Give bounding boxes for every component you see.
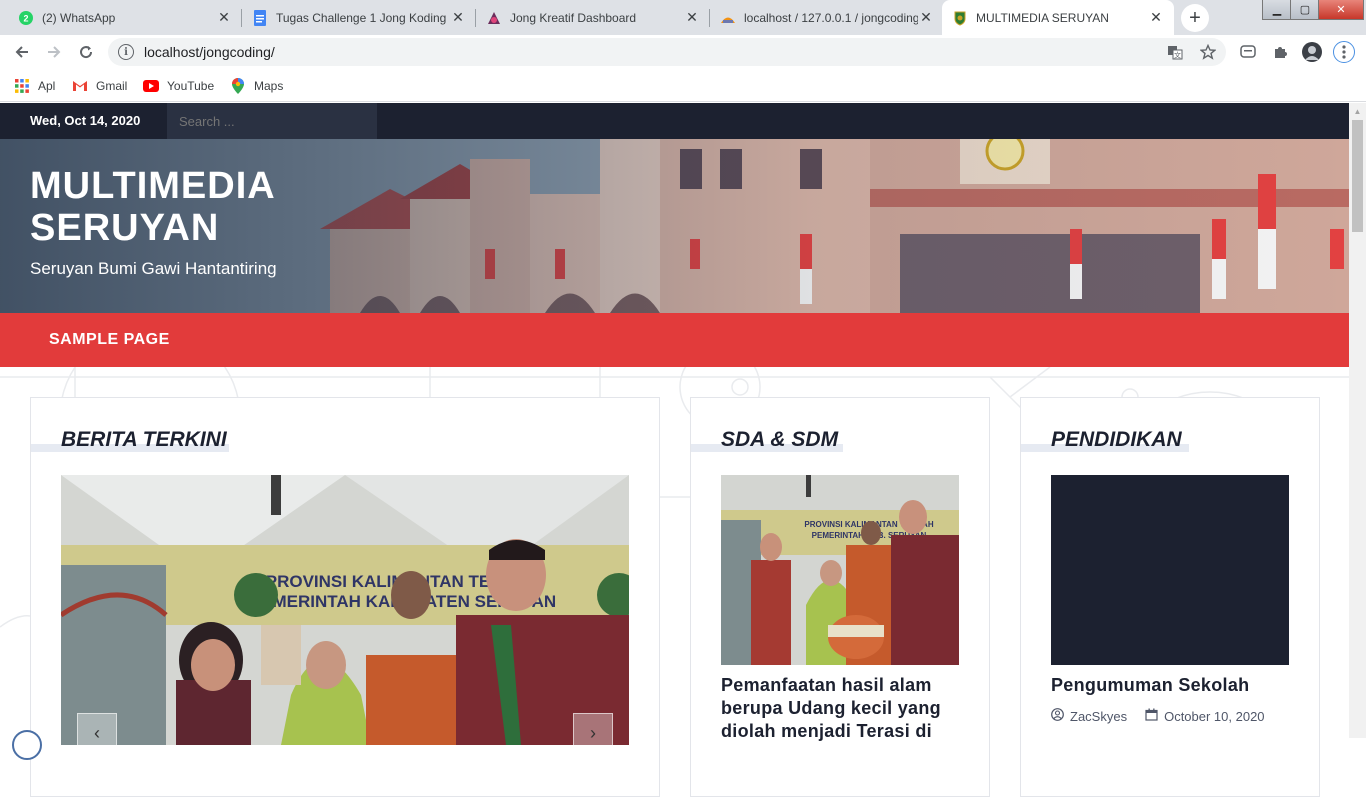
- address-bar[interactable]: i localhost/jongcoding/: [108, 38, 1226, 66]
- maps-pin-icon: [230, 78, 246, 94]
- dashboard-icon: [486, 10, 502, 26]
- chevron-left-icon: ‹: [94, 722, 100, 743]
- page-scrollbar[interactable]: ▲: [1349, 103, 1366, 738]
- maximize-button[interactable]: ▢: [1290, 0, 1320, 20]
- back-button[interactable]: [8, 38, 36, 66]
- nav-item-sample-page[interactable]: SAMPLE PAGE: [49, 313, 170, 367]
- translate-icon[interactable]: 文: [1166, 43, 1184, 61]
- tab-title: MULTIMEDIA SERUYAN: [976, 10, 1109, 25]
- section-heading: SDA & SDM: [721, 428, 839, 451]
- section-heading: BERITA TERKINI: [61, 428, 227, 451]
- puzzle-extensions-icon[interactable]: [1270, 42, 1290, 62]
- site-header-banner: MULTIMEDIA SERUYAN Seruyan Bumi Gawi Han…: [0, 139, 1349, 313]
- scrollbar-thumb[interactable]: [1352, 120, 1363, 232]
- bookmark-label: Apl: [38, 79, 56, 93]
- calendar-icon: [1145, 708, 1158, 724]
- close-icon[interactable]: ✕: [450, 9, 466, 26]
- svg-text:文: 文: [1174, 51, 1181, 60]
- site-tagline: Seruyan Bumi Gawi Hantantiring: [30, 259, 277, 278]
- bookmark-label: YouTube: [167, 79, 215, 93]
- info-icon[interactable]: i: [118, 44, 134, 60]
- search-input[interactable]: [167, 103, 377, 139]
- gmail-icon: [72, 78, 88, 94]
- reload-icon: [80, 46, 93, 59]
- featured-post-image[interactable]: PROVINSI KALIMANTAN TENGAH PEMERINTAH KA…: [61, 475, 629, 745]
- card-sda-sdm: SDA & SDM PROVINSI KALIMANTAN TENGAH PEM…: [690, 397, 990, 797]
- close-icon[interactable]: ✕: [684, 9, 700, 26]
- tab-title: localhost / 127.0.0.1 / jongcoding: [744, 10, 918, 25]
- window-close-button[interactable]: ✕: [1318, 0, 1364, 20]
- bookmark-maps[interactable]: Maps: [230, 76, 283, 96]
- chevron-right-icon: ›: [590, 722, 596, 743]
- featured-slider[interactable]: PROVINSI KALIMANTAN TENGAH PEMERINTAH KA…: [61, 475, 629, 745]
- slider-next-button[interactable]: ›: [573, 713, 613, 745]
- close-icon[interactable]: ✕: [1148, 9, 1164, 26]
- post-title[interactable]: Pengumuman Sekolah: [1051, 674, 1291, 697]
- close-icon[interactable]: ✕: [918, 9, 934, 26]
- user-icon: [1051, 708, 1064, 724]
- site-top-bar: Wed, Oct 14, 2020: [0, 103, 1349, 139]
- post-thumbnail-placeholder[interactable]: [1051, 475, 1289, 665]
- section-heading: PENDIDIKAN: [1051, 428, 1182, 451]
- tab-whatsapp[interactable]: 2 (2) WhatsApp ✕: [8, 0, 242, 35]
- reload-button[interactable]: [72, 38, 100, 66]
- post-title[interactable]: Pemanfaatan hasil alam berupa Udang keci…: [721, 674, 961, 743]
- post-author[interactable]: ZacSkyes: [1070, 709, 1127, 724]
- crest-icon: [952, 10, 968, 26]
- close-icon[interactable]: ✕: [216, 9, 232, 26]
- bookmark-youtube[interactable]: YouTube: [143, 76, 214, 96]
- card-pendidikan: PENDIDIKAN Pengumuman Sekolah ZacSkyes O…: [1020, 397, 1320, 797]
- tab-dashboard[interactable]: Jong Kreatif Dashboard ✕: [476, 0, 710, 35]
- tab-phpmyadmin[interactable]: localhost / 127.0.0.1 / jongcoding ✕: [710, 0, 944, 35]
- slider-prev-button[interactable]: ‹: [77, 713, 117, 745]
- phpmyadmin-icon: [720, 10, 736, 26]
- chat-extension-icon[interactable]: [1238, 42, 1258, 62]
- whatsapp-icon: 2: [18, 10, 34, 26]
- card-berita-terkini: BERITA TERKINI PROVINSI KALIMANTAN TENGA…: [30, 397, 660, 797]
- arrow-right-icon: [48, 46, 61, 58]
- bookmark-label: Gmail: [96, 79, 128, 93]
- apps-grid-icon: [14, 78, 30, 94]
- floating-accessibility-button[interactable]: [12, 730, 42, 760]
- youtube-icon: [143, 78, 159, 94]
- tab-multimedia-seruyan[interactable]: MULTIMEDIA SERUYAN ✕: [942, 0, 1174, 35]
- bookmark-gmail[interactable]: Gmail: [72, 76, 127, 96]
- arrow-left-icon: [15, 46, 28, 58]
- tab-title: Tugas Challenge 1 Jong Koding: [276, 10, 447, 25]
- bookmark-apps[interactable]: Apl: [14, 76, 55, 96]
- scroll-up-arrow-icon[interactable]: ▲: [1349, 103, 1366, 120]
- url-text: localhost/jongcoding/: [144, 44, 275, 60]
- current-date: Wed, Oct 14, 2020: [30, 113, 141, 128]
- star-icon[interactable]: [1199, 43, 1217, 61]
- kebab-menu-icon[interactable]: [1333, 41, 1355, 63]
- avatar[interactable]: [1302, 42, 1322, 62]
- forward-button[interactable]: [40, 38, 68, 66]
- minimize-button[interactable]: ▁: [1262, 0, 1292, 20]
- new-tab-button[interactable]: +: [1181, 4, 1209, 32]
- post-thumbnail[interactable]: PROVINSI KALIMANTAN TENGAH PEMERINTAH KA…: [721, 475, 959, 665]
- tab-title: (2) WhatsApp: [42, 10, 116, 25]
- tab-docs[interactable]: Tugas Challenge 1 Jong Koding ✕: [242, 0, 476, 35]
- post-meta: ZacSkyes October 10, 2020: [1051, 708, 1265, 724]
- browser-tab-strip: 2 (2) WhatsApp ✕ Tugas Challenge 1 Jong …: [0, 0, 1366, 35]
- post-date[interactable]: October 10, 2020: [1164, 709, 1264, 724]
- site-title[interactable]: MULTIMEDIA SERUYAN: [30, 165, 360, 249]
- main-navigation: SAMPLE PAGE: [0, 313, 1349, 367]
- svg-text:2: 2: [23, 13, 28, 23]
- post-image[interactable]: PROVINSI KALIMANTAN TENGAH PEMERINTAH KA…: [721, 475, 959, 665]
- docs-icon: [252, 9, 268, 26]
- bookmark-label: Maps: [254, 79, 284, 93]
- tab-title: Jong Kreatif Dashboard: [510, 10, 637, 25]
